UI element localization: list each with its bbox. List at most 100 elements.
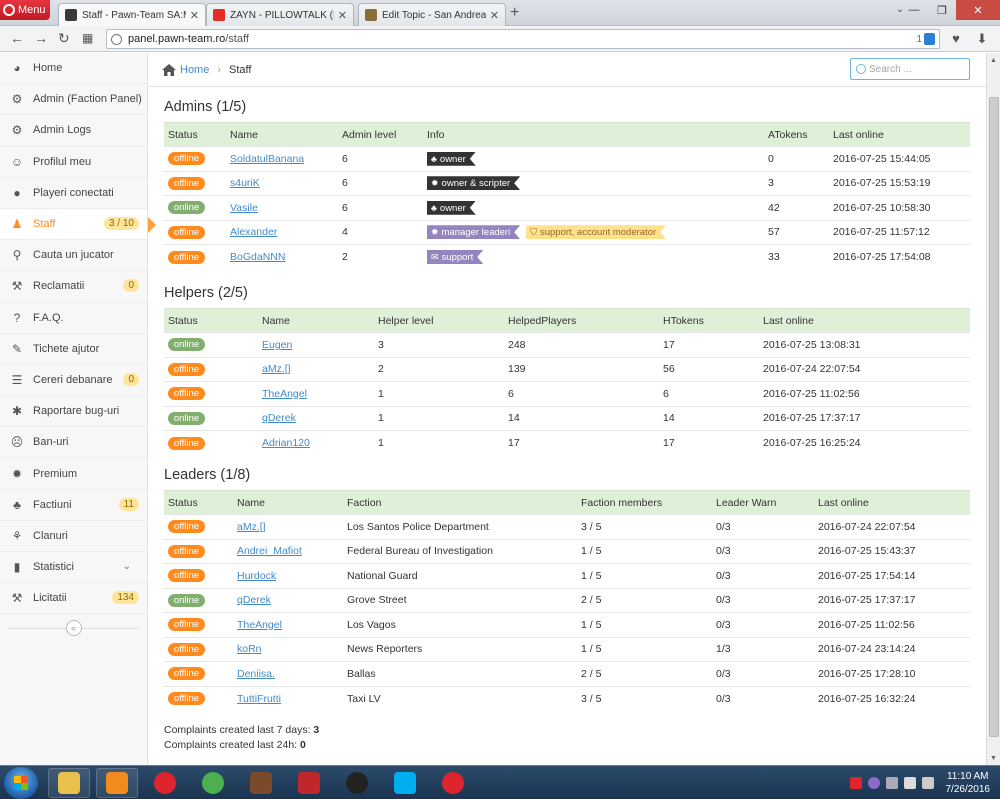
player-name-link[interactable]: TheAngel	[237, 619, 282, 631]
player-name-link[interactable]: Deniisa.	[237, 668, 275, 680]
helpers-column-header[interactable]: Status	[164, 308, 258, 333]
player-name-link[interactable]: SoldatulBanana	[230, 153, 304, 165]
minimize-icon[interactable]: —	[900, 0, 928, 20]
leaders-column-header[interactable]: Leader Warn	[712, 490, 814, 515]
chevron-down-icon[interactable]: ⌄	[123, 561, 131, 572]
url-input[interactable]: panel.pawn-team.ro /staff 1	[106, 29, 940, 49]
heart-icon[interactable]: ♥	[948, 31, 964, 47]
tab-close-icon[interactable]: ✕	[190, 9, 199, 22]
player-name-link[interactable]: qDerek	[237, 594, 271, 606]
admins-column-header[interactable]: Last online	[829, 122, 970, 147]
scrollbar-thumb[interactable]	[989, 97, 999, 737]
sidebar-item-staff[interactable]: ♟ Staff 3 / 10	[0, 208, 156, 241]
player-name-link[interactable]: Vasile	[230, 202, 258, 214]
tray-flag-icon[interactable]	[885, 777, 898, 789]
collapse-chevron-icon[interactable]: «	[65, 620, 82, 637]
faction-cell: Ballas	[343, 661, 577, 686]
tray-opera-icon[interactable]	[849, 777, 862, 789]
browser-tab[interactable]: ZAYN - PILLOWTALK (Beat ✕	[206, 3, 354, 26]
scroll-down-icon[interactable]: ▼	[987, 751, 1000, 765]
reload-icon[interactable]: ↻	[58, 30, 70, 47]
forward-arrow-icon[interactable]: →	[34, 30, 48, 46]
player-name-link[interactable]: s4uriK	[230, 177, 260, 189]
speed-dial-grid-icon[interactable]: ▦	[82, 31, 93, 45]
admins-column-header[interactable]: Name	[226, 122, 338, 147]
opera-menu-button[interactable]: Menu	[0, 0, 50, 20]
player-name-link[interactable]: BoGdaNNN	[230, 251, 285, 263]
page-scrollbar[interactable]: ▲ ▼	[986, 53, 1000, 765]
player-name-link[interactable]: koRn	[237, 643, 262, 655]
sidebar-item-cereri-debanare[interactable]: ☰ Cereri debanare 0	[0, 365, 147, 397]
taskbar-chrome-app[interactable]	[192, 768, 234, 798]
player-name-link[interactable]: Adrian120	[262, 437, 310, 449]
search-input[interactable]: Search ...	[850, 58, 970, 80]
helpers-column-header[interactable]: Helper level	[374, 308, 504, 333]
browser-tab[interactable]: Edit Topic - San Andreas M ✕	[358, 3, 506, 26]
player-name-link[interactable]: TuttiFrutti	[237, 693, 281, 705]
sidebar-item-profilul-meu[interactable]: ☺ Profilul meu	[0, 147, 147, 178]
player-name-link[interactable]: Eugen	[262, 339, 292, 351]
taskbar-obs-app[interactable]	[336, 768, 378, 798]
breadcrumb-home-link[interactable]: Home	[180, 64, 209, 76]
scroll-up-icon[interactable]: ▲	[987, 53, 1000, 67]
leaders-column-header[interactable]: Faction members	[577, 490, 712, 515]
player-name-link[interactable]: qDerek	[262, 412, 296, 424]
sidebar-item-admin-faction-panel[interactable]: ⚙ Admin (Faction Panel)	[0, 84, 147, 116]
admins-column-header[interactable]: ATokens	[764, 122, 829, 147]
sidebar-item-premium[interactable]: ✹ Premium	[0, 458, 147, 490]
sidebar-item-licitatii[interactable]: ⚒ Licitatii 134	[0, 583, 147, 615]
taskbar-explorer-app[interactable]	[48, 768, 90, 798]
sidebar-item-admin-logs[interactable]: ⚙ Admin Logs	[0, 115, 147, 147]
browser-tab[interactable]: Staff - Pawn-Team SA:MP ✕	[58, 3, 206, 26]
new-tab-button[interactable]: +	[510, 4, 519, 22]
tray-network-icon[interactable]	[903, 777, 916, 789]
sidebar-item-home[interactable]: ◕ Home	[0, 53, 147, 85]
clock[interactable]: 11:10 AM 7/26/2016	[946, 770, 991, 796]
leaders-column-header[interactable]: Name	[233, 490, 343, 515]
sidebar-item-f-a-q[interactable]: ? F.A.Q.	[0, 303, 147, 334]
admins-column-header[interactable]: Info	[423, 122, 764, 147]
player-name-link[interactable]: Andrei_Mafiot	[237, 545, 302, 557]
helpers-column-header[interactable]: Last online	[759, 308, 970, 333]
taskbar-media-player-app[interactable]	[96, 768, 138, 798]
start-button[interactable]	[4, 767, 38, 799]
helpers-title: Helpers (2/5)	[164, 285, 248, 301]
tray-volume-icon[interactable]	[921, 777, 934, 789]
sidebar-item-cauta-un-jucator[interactable]: ⚲ Cauta un jucator	[0, 240, 147, 272]
admins-column-header[interactable]: Admin level	[338, 122, 423, 147]
player-name-link[interactable]: aMz.[]	[262, 363, 291, 375]
player-name-link[interactable]: TheAngel	[262, 388, 307, 400]
helpers-column-header[interactable]: HelpedPlayers	[504, 308, 659, 333]
player-name-link[interactable]: Alexander	[230, 226, 277, 238]
sidebar-item-factiuni[interactable]: ♣ Factiuni 11	[0, 490, 147, 521]
taskbar-skype-app[interactable]	[384, 768, 426, 798]
player-name-link[interactable]: aMz.[]	[237, 521, 266, 533]
sidebar-item-statistici[interactable]: ▮ Statistici ⌄	[0, 552, 147, 584]
taskbar-opera-app-2[interactable]	[432, 768, 474, 798]
tab-close-icon[interactable]: ✕	[338, 9, 347, 22]
sidebar-item-playeri-conectati[interactable]: ● Playeri conectati	[0, 178, 147, 209]
taskbar-game-app[interactable]	[240, 768, 282, 798]
sidebar-item-reclamatii[interactable]: ⚒ Reclamatii 0	[0, 271, 147, 303]
leaders-column-header[interactable]: Last online	[814, 490, 970, 515]
helpers-column-header[interactable]: Name	[258, 308, 374, 333]
taskbar-opera-app[interactable]	[144, 768, 186, 798]
leaders-column-header[interactable]: Status	[164, 490, 233, 515]
tab-close-icon[interactable]: ✕	[490, 9, 499, 22]
sidebar-item-tichete-ajutor[interactable]: ✎ Tichete ajutor	[0, 334, 147, 365]
sidebar-item-ban-uri[interactable]: ☹ Ban-uri	[0, 427, 147, 459]
helpers-column-header[interactable]: HTokens	[659, 308, 759, 333]
maximize-icon[interactable]: ❐	[928, 0, 956, 20]
back-arrow-icon[interactable]: ←	[10, 30, 24, 46]
leaders-column-header[interactable]: Faction	[343, 490, 577, 515]
sidebar-item-clanuri[interactable]: ⚘ Clanuri	[0, 521, 147, 552]
admins-column-header[interactable]: Status	[164, 122, 226, 147]
close-window-icon[interactable]: ✕	[956, 0, 1000, 20]
player-name-link[interactable]: Hurdock	[237, 570, 276, 582]
sidebar-item-raportare-bug-uri[interactable]: ✱ Raportare bug-uri	[0, 396, 147, 428]
taskbar-filezilla-app[interactable]	[288, 768, 330, 798]
download-icon[interactable]: ⬇	[974, 31, 990, 47]
tray-app-icon[interactable]	[867, 777, 880, 789]
extension-badge[interactable]: 1	[916, 33, 935, 45]
atokens-cell: 0	[764, 146, 829, 171]
